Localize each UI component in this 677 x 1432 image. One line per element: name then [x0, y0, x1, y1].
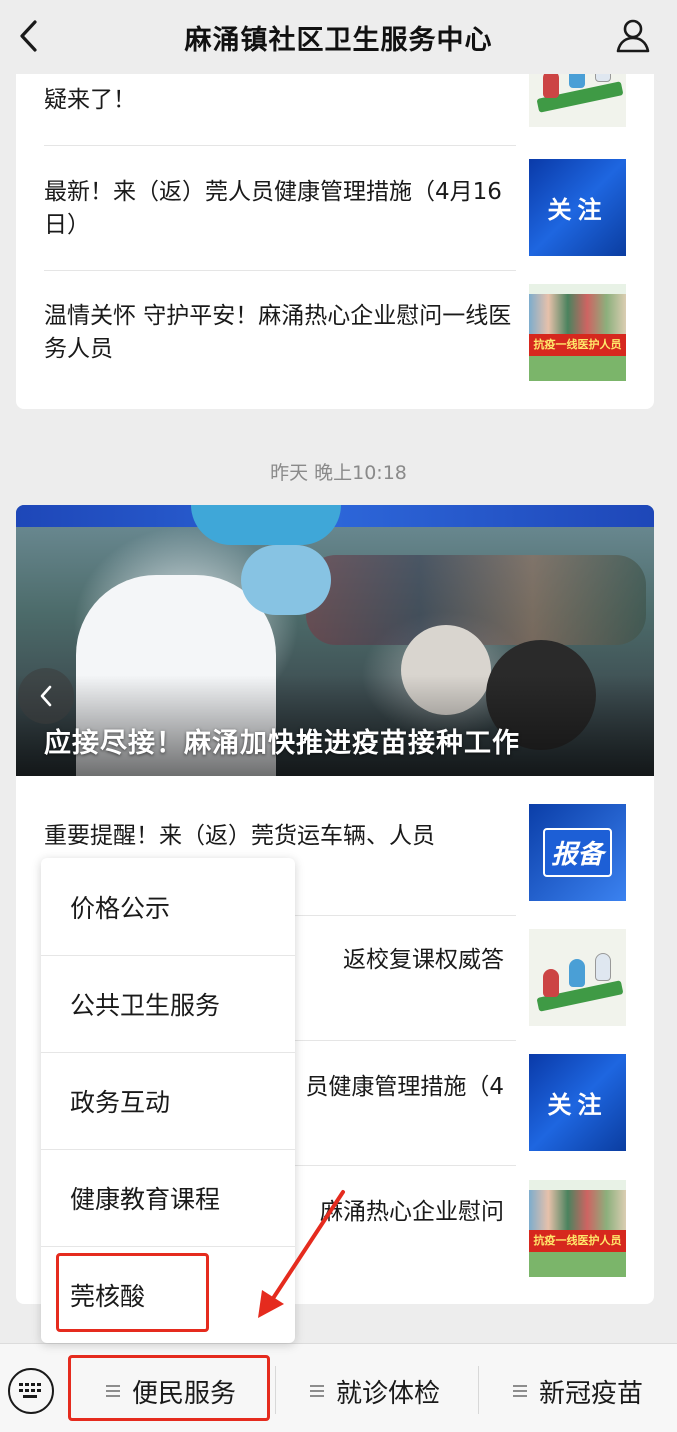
menu-item-health-course[interactable]: 健康教育课程: [41, 1149, 295, 1246]
article-title: 疑来了！: [44, 87, 136, 113]
chevron-left-icon: [20, 20, 37, 52]
guanzhu-thumbnail: 关注: [529, 159, 626, 256]
menu-item-price[interactable]: 价格公示: [41, 858, 295, 955]
carousel-prev-button[interactable]: [18, 668, 74, 724]
highlight-box: [68, 1355, 270, 1421]
message-timestamp: 昨天 晚上10:18: [270, 462, 407, 484]
hero-article[interactable]: 应接尽接！麻涌加快推进疫苗接种工作: [16, 505, 654, 776]
menu-item-government[interactable]: 政务互动: [41, 1052, 295, 1149]
top-nav-bar: 麻涌镇社区卫生服务中心: [0, 0, 677, 74]
thumb-label: 关注: [547, 1090, 608, 1119]
article-title: 温情关怀 守护平安！麻涌热心企业慰问一线医务人员: [44, 303, 512, 362]
thumb-label: 抗疫一线医护人员: [529, 334, 626, 356]
menu-lines-icon: [310, 1385, 324, 1397]
thumb-graphic: [543, 969, 559, 997]
thumb-graphic: [529, 1252, 626, 1277]
chevron-left-icon: [40, 685, 52, 707]
hero-title: 应接尽接！麻涌加快推进疫苗接种工作: [44, 728, 520, 759]
menu-tab-vaccine[interactable]: 新冠疫苗: [513, 1366, 643, 1416]
thumb-label: 抗疫一线医护人员: [529, 1230, 626, 1252]
hero-graphic: [306, 555, 646, 645]
menu-tab-checkup[interactable]: 就诊体检: [310, 1366, 440, 1416]
article-title: 最新！来（返）莞人员健康管理措施（4月16日）: [44, 179, 502, 238]
baobei-thumbnail: 报备: [529, 804, 626, 901]
article-title: 重要提醒！来（返）莞货运车辆、人员: [44, 823, 435, 849]
thumb-graphic: [529, 1190, 626, 1232]
user-icon: [616, 19, 650, 53]
cartoon-thumbnail: [529, 929, 626, 1026]
kangyi-thumbnail: 抗疫一线医护人员: [529, 284, 626, 381]
menu-lines-icon: [513, 1385, 527, 1397]
thumb-label: 关注: [547, 195, 608, 224]
keyboard-icon: [19, 1383, 41, 1398]
hero-graphic: [191, 505, 341, 545]
thumb-graphic: [529, 356, 626, 381]
hero-graphic: [241, 545, 331, 615]
tab-label: 就诊体检: [336, 1378, 441, 1409]
thumb-graphic: [569, 959, 585, 987]
article-item[interactable]: 最新！来（返）莞人员健康管理措施（4月16日） 关注: [44, 146, 626, 271]
thumb-graphic: [543, 70, 559, 98]
divider: [478, 1366, 479, 1414]
article-card-1: 疑来了！ 最新！来（返）莞人员健康管理措施（4月16日） 关注 温情关怀 守护平…: [16, 40, 654, 409]
divider: [275, 1366, 276, 1414]
keyboard-toggle-button[interactable]: [8, 1368, 54, 1414]
thumb-graphic: [595, 953, 611, 981]
menu-item-public-health[interactable]: 公共卫生服务: [41, 955, 295, 1052]
article-item[interactable]: 温情关怀 守护平安！麻涌热心企业慰问一线医务人员 抗疫一线医护人员: [44, 271, 626, 395]
kangyi-thumbnail: 抗疫一线医护人员: [529, 1180, 626, 1277]
highlight-box: [56, 1253, 209, 1332]
thumb-graphic: [529, 294, 626, 336]
back-button[interactable]: [8, 14, 48, 58]
tab-label: 新冠疫苗: [539, 1378, 644, 1409]
guanzhu-thumbnail: 关注: [529, 1054, 626, 1151]
thumb-label: 报备: [543, 828, 612, 877]
page-title: 麻涌镇社区卫生服务中心: [184, 24, 493, 56]
profile-button[interactable]: [611, 14, 655, 58]
